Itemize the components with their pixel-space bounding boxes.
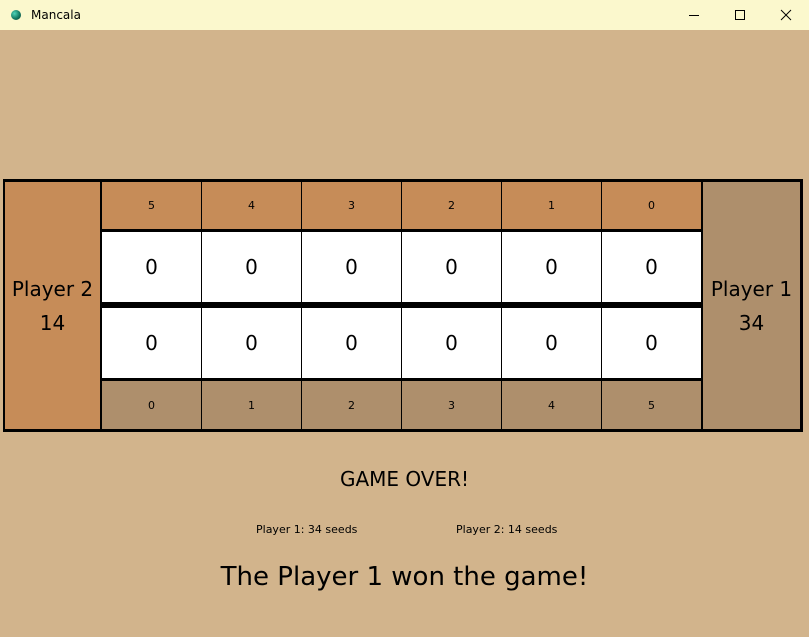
pit-index-label: 0 <box>102 381 202 429</box>
player-2-pit-row: 0 0 0 0 0 0 <box>102 232 701 302</box>
pit[interactable]: 0 <box>502 308 602 378</box>
pit-index-label: 5 <box>648 398 655 412</box>
mancala-board: Player 2 14 5 4 3 2 1 0 0 0 0 0 0 0 0 0 … <box>3 179 803 432</box>
pit-index-label: 4 <box>202 182 302 229</box>
window-title: Mancala <box>31 8 81 22</box>
pit-index-label: 3 <box>302 182 402 229</box>
pit[interactable]: 0 <box>102 308 202 378</box>
pit[interactable]: 0 <box>602 308 701 378</box>
pit[interactable]: 0 <box>602 232 701 302</box>
store-player-2-count: 14 <box>39 310 66 335</box>
pit[interactable]: 0 <box>102 232 202 302</box>
store-player-1: Player 1 34 <box>703 182 800 429</box>
title-bar: Mancala <box>0 0 809 30</box>
pit-index-label: 0 <box>648 199 655 212</box>
player-2-score: Player 2: 14 seeds <box>456 523 558 536</box>
close-icon <box>780 9 792 21</box>
pit[interactable]: 0 <box>202 308 302 378</box>
pit[interactable]: 0 <box>502 232 602 302</box>
store-player-2-label: Player 2 <box>11 276 94 301</box>
pit-index-label: 2 <box>402 182 502 229</box>
winner-message: The Player 1 won the game! <box>220 562 589 592</box>
player-1-index-row: 0 1 2 3 4 5 <box>102 381 701 429</box>
pit-index-label: 3 <box>402 381 502 429</box>
close-button[interactable] <box>763 0 809 30</box>
minimize-button[interactable] <box>671 0 717 30</box>
store-player-1-count: 34 <box>738 310 765 335</box>
pit[interactable]: 0 <box>202 232 302 302</box>
store-player-2: Player 2 14 <box>5 182 100 429</box>
store-player-1-label: Player 1 <box>710 276 793 301</box>
game-over-text: GAME OVER! <box>339 467 470 491</box>
pit[interactable]: 0 <box>302 232 402 302</box>
pit[interactable]: 0 <box>402 308 502 378</box>
player-1-score: Player 1: 34 seeds <box>256 523 358 536</box>
app-icon <box>11 10 21 20</box>
pit-index-label: 5 <box>102 182 202 229</box>
player-2-index-row: 5 4 3 2 1 0 <box>102 182 701 229</box>
pit-index-label: 4 <box>502 381 602 429</box>
pit-index-label: 2 <box>302 381 402 429</box>
maximize-button[interactable] <box>717 0 763 30</box>
pit-index-label: 1 <box>202 381 302 429</box>
pit[interactable]: 0 <box>302 308 402 378</box>
player-1-pit-row: 0 0 0 0 0 0 <box>102 308 701 378</box>
window-controls <box>671 0 809 30</box>
pit[interactable]: 0 <box>402 232 502 302</box>
pit-index-label: 1 <box>502 182 602 229</box>
maximize-icon <box>735 10 745 20</box>
minimize-icon <box>689 15 699 16</box>
